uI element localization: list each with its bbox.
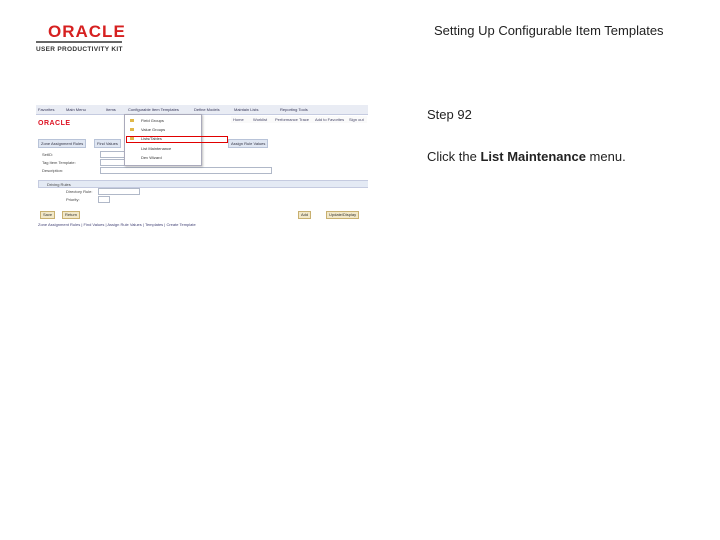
menu-favorites[interactable]: Favorites (38, 107, 54, 112)
app-nav-links: Home Worklist Performance Trace Add to F… (231, 116, 367, 123)
nav-performance-trace[interactable]: Performance Trace (275, 117, 309, 122)
step-number: Step 92 (427, 107, 472, 122)
menu-reporting-tools[interactable]: Reporting Tools (280, 107, 308, 112)
instruction-target: List Maintenance (480, 149, 586, 164)
tab-zone-rules[interactable]: Zone Assignment Rules (38, 139, 87, 148)
footer-links[interactable]: Zone Assignment Rules | Find Values | As… (38, 222, 196, 227)
driving-rules-grid-header: Driving Rules (38, 180, 368, 188)
dropdown-item-field-groups[interactable]: Field Groups (141, 118, 164, 123)
dropdown-item-value-groups[interactable]: Value Groups (141, 127, 165, 132)
folder-icon (130, 119, 134, 122)
tab-find-values[interactable]: Find Values (94, 139, 121, 148)
instruction-prefix: Click the (427, 149, 481, 164)
app-menubar: Favorites Main Menu Items Configurable I… (36, 105, 368, 115)
application-screenshot: Favorites Main Menu Items Configurable I… (36, 105, 368, 230)
menu-maintain-lists[interactable]: Maintain Lists (234, 107, 258, 112)
return-button[interactable]: Return (62, 211, 81, 219)
form-label-description: Description: (42, 168, 64, 173)
logo-subtitle: USER PRODUCTIVITY KIT (36, 46, 123, 53)
form-label-setid: SetID: (42, 152, 54, 157)
instruction-suffix: menu. (585, 149, 626, 164)
grid-title: Driving Rules (47, 182, 71, 187)
save-button[interactable]: Save (40, 211, 56, 219)
app-brand-logo: ORACLE (38, 120, 71, 127)
description-field[interactable] (100, 167, 272, 174)
folder-icon (130, 128, 134, 131)
dropdown-item-dev-wizard[interactable]: Dev Wizard (141, 155, 162, 160)
update-display-button[interactable]: Update/Display (326, 211, 360, 219)
add-button[interactable]: Add (298, 211, 312, 219)
nav-sign-out[interactable]: Sign out (349, 117, 364, 122)
menu-main[interactable]: Main Menu (66, 107, 86, 112)
oracle-logo-text: ORACLE (48, 22, 126, 41)
dropdown-item-list-maintenance[interactable]: List Maintenance (141, 146, 171, 151)
form-label-template: Tag Item Template: (42, 160, 76, 165)
menu-items[interactable]: Items (106, 107, 116, 112)
directory-rule-select[interactable] (98, 188, 140, 195)
grid-label-priority: Priority: (66, 197, 80, 202)
priority-field[interactable] (98, 196, 110, 203)
document-title: Setting Up Configurable Item Templates (434, 23, 664, 38)
nav-add-favorites[interactable]: Add to Favorites (315, 117, 344, 122)
nav-worklist[interactable]: Worklist (253, 117, 267, 122)
menu-define-models[interactable]: Define Models (194, 107, 220, 112)
menu-config-templates[interactable]: Configurable Item Templates (128, 107, 179, 112)
grid-label-directory-rule: Directory Rule: (66, 189, 93, 194)
step-instruction: Click the List Maintenance menu. (427, 149, 626, 164)
logo-divider (36, 41, 122, 43)
highlight-box (126, 136, 228, 143)
tab-assign-values[interactable]: Assign Rule Values (228, 139, 269, 148)
nav-home[interactable]: Home (233, 117, 244, 122)
